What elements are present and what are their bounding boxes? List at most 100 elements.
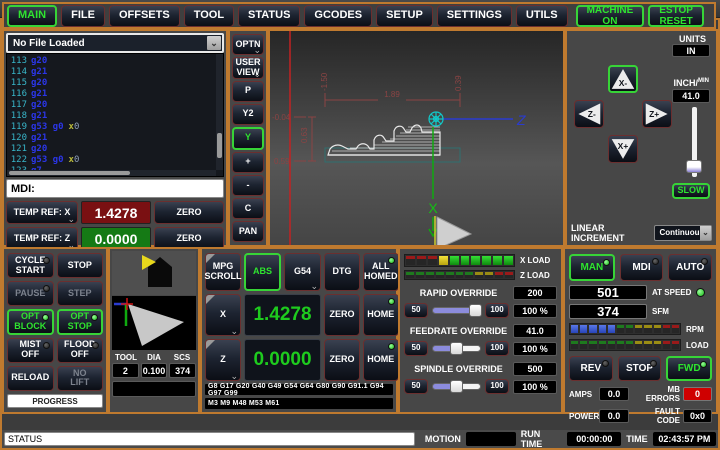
pause-button[interactable]: PAUSE: [7, 281, 54, 306]
gauge-segment: [663, 325, 670, 333]
spindle-reverse-button[interactable]: REV: [569, 356, 613, 381]
loaded-file-combo[interactable]: No File Loaded ⌄: [6, 33, 224, 53]
spindle-override-slider[interactable]: [432, 381, 481, 392]
rapid-max-button[interactable]: 100: [485, 303, 509, 318]
status-message-field[interactable]: STATUS: [4, 432, 415, 446]
user-view-button[interactable]: USER VIEW⌄: [232, 57, 264, 79]
feed-rate-value: 41.0: [672, 89, 710, 103]
spindle-stop-button[interactable]: STOP: [618, 356, 662, 381]
slow-toggle-button[interactable]: SLOW: [672, 183, 710, 199]
slider-handle[interactable]: [450, 380, 463, 393]
rapid-min-button[interactable]: 50: [404, 303, 428, 318]
tab-offsets[interactable]: OFFSETS: [109, 5, 180, 27]
x-load-label: X LOAD: [520, 256, 557, 265]
slider-handle[interactable]: [469, 304, 482, 317]
gauge-segment: [644, 341, 651, 349]
mist-button[interactable]: MIST OFF: [7, 338, 54, 363]
zero-z-button[interactable]: ZERO: [324, 339, 360, 381]
jog-x-minus-button[interactable]: X-: [608, 65, 638, 93]
slider-handle[interactable]: [450, 342, 463, 355]
tab-tool[interactable]: TOOL: [184, 5, 234, 27]
gcode-preview[interactable]: -1.50 1.89 0.39 -0.04 0.63 0.59: [268, 29, 565, 247]
scrollbar-thumb[interactable]: [9, 171, 130, 175]
auto-mode-button[interactable]: AUTO: [668, 254, 712, 281]
home-x-button[interactable]: HOME: [363, 294, 399, 336]
jog-x-plus-button[interactable]: X+: [608, 135, 638, 163]
g54-system-button[interactable]: G54⌄: [284, 253, 321, 291]
spindle-forward-button[interactable]: FWD: [666, 356, 712, 381]
jog-rate-slider[interactable]: [689, 107, 699, 177]
no-lift-button[interactable]: NO LIFT: [57, 366, 104, 391]
mdi-input[interactable]: MDI:: [6, 179, 224, 198]
gauge-segment: [504, 256, 513, 265]
zero-x-button[interactable]: ZERO: [324, 294, 360, 336]
tab-setup[interactable]: SETUP: [376, 5, 433, 27]
part-profile: [328, 125, 440, 155]
manual-mode-button[interactable]: MAN: [569, 254, 615, 281]
z-load-label: Z LOAD: [520, 271, 557, 280]
tool-panel: TOOL DIA SCS 2 0.100 374: [108, 247, 200, 414]
linear-increment-select[interactable]: Continuous ⌄: [654, 225, 712, 241]
status-bar: STATUS MOTION RUN TIME 00:00:00 TIME 02:…: [2, 430, 718, 448]
feedrate-max-button[interactable]: 100: [485, 341, 509, 356]
cycle-start-button[interactable]: CYCLE START: [7, 253, 54, 278]
view-y-button[interactable]: Y: [232, 127, 264, 150]
motion-value: [466, 432, 516, 446]
temp-ref-x-button[interactable]: TEMP REF: X⌄: [6, 201, 78, 224]
axis-z-button[interactable]: Z⌄: [205, 339, 241, 381]
gauge-segment: [672, 325, 679, 333]
gauge-segment: [571, 325, 578, 333]
clear-button[interactable]: C: [232, 198, 264, 219]
machine-on-button[interactable]: MACHINE ON: [576, 5, 645, 27]
view-p-button[interactable]: P: [232, 81, 264, 102]
tab-status[interactable]: STATUS: [238, 5, 300, 27]
jog-z-minus-button[interactable]: Z-: [574, 100, 604, 128]
all-homed-button[interactable]: ALL HOMED: [363, 253, 399, 291]
gcode-list[interactable]: 113g20 114g21 115g20 116g21 117g20 118g2…: [6, 53, 224, 177]
stop-button[interactable]: STOP: [57, 253, 104, 278]
spindle-max-button[interactable]: 100: [485, 379, 509, 394]
mpg-scroll-button[interactable]: MPG SCROLL: [205, 253, 241, 291]
mdi-mode-button[interactable]: MDI: [620, 254, 664, 281]
zoom-in-button[interactable]: +: [232, 152, 264, 173]
home-z-button[interactable]: HOME: [363, 339, 399, 381]
spindle-override-label: SPINDLE OVERRIDE: [404, 364, 513, 374]
gauge-segment: [475, 272, 483, 278]
jog-z-plus-button[interactable]: Z+: [642, 100, 672, 128]
rapid-override-percent: 100 %: [513, 304, 557, 318]
feedrate-override-slider[interactable]: [432, 343, 481, 354]
jog-panel: UNITS IN X- Z- Z+ X+ INCH/: [565, 29, 718, 247]
run-time-label: RUN TIME: [521, 429, 563, 449]
optional-stop-button[interactable]: OPT STOP: [57, 309, 104, 334]
tab-settings[interactable]: SETTINGS: [437, 5, 512, 27]
abs-button[interactable]: ABS: [244, 253, 281, 291]
reload-button[interactable]: RELOAD: [7, 366, 54, 391]
tab-gcodes[interactable]: GCODES: [304, 5, 372, 27]
spindle-min-button[interactable]: 50: [404, 379, 428, 394]
zoom-out-button[interactable]: -: [232, 175, 264, 196]
horizontal-scrollbar[interactable]: [7, 170, 216, 176]
axis-x-button[interactable]: X⌄: [205, 294, 241, 336]
chevron-down-icon: ⌄: [253, 46, 261, 55]
scrollbar-thumb[interactable]: [217, 133, 222, 159]
zero-x-button[interactable]: ZERO: [154, 201, 224, 224]
tab-file[interactable]: FILE: [61, 5, 105, 27]
feedrate-min-button[interactable]: 50: [404, 341, 428, 356]
step-button[interactable]: STEP: [57, 281, 104, 306]
tab-main[interactable]: MAIN: [7, 5, 57, 27]
slider-handle[interactable]: [686, 160, 702, 173]
chevron-down-icon[interactable]: ⌄: [207, 36, 221, 50]
feedrate-override-label: FEEDRATE OVERRIDE: [404, 326, 513, 336]
vertical-scrollbar[interactable]: [216, 54, 223, 170]
pan-button[interactable]: PAN: [232, 221, 264, 242]
flood-button[interactable]: FLOOD OFF: [57, 338, 104, 363]
view-y2-button[interactable]: Y2: [232, 104, 264, 125]
tab-utils[interactable]: UTILS: [516, 5, 568, 27]
estop-reset-button[interactable]: ESTOP RESET: [648, 5, 704, 27]
triangle-right-icon: Z+: [644, 102, 670, 126]
options-button[interactable]: OPTN⌄: [232, 34, 264, 55]
svg-text:X+: X+: [618, 141, 629, 151]
rapid-override-slider[interactable]: [432, 305, 481, 316]
optional-block-button[interactable]: OPT BLOCK: [7, 309, 54, 334]
dtg-button[interactable]: DTG: [324, 253, 360, 291]
